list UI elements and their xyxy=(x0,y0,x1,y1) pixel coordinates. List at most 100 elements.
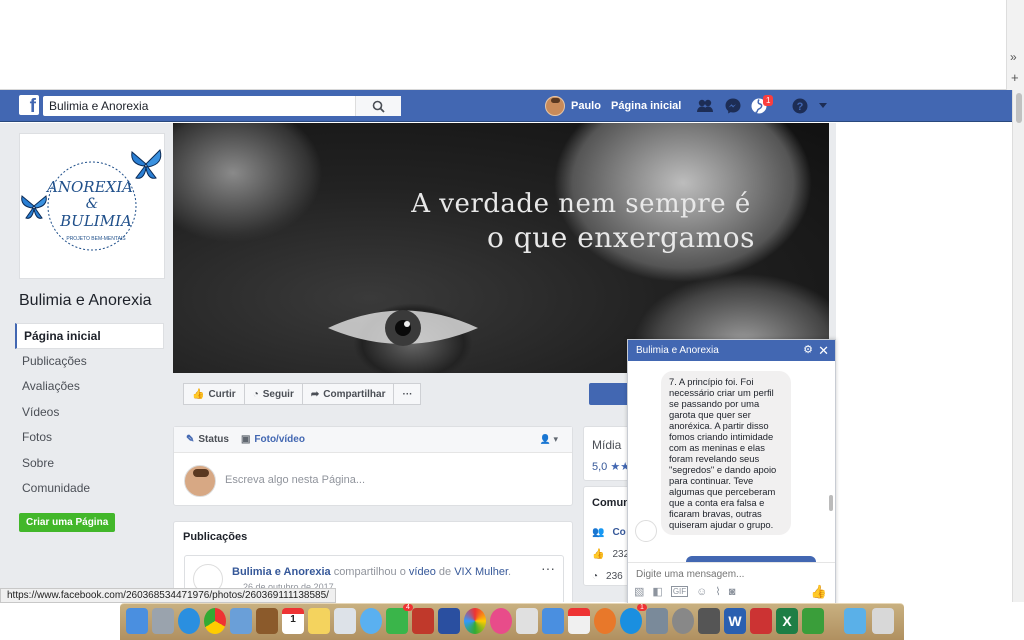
link-status-bar: https://www.facebook.com/260368534471976… xyxy=(0,588,336,603)
safari-icon[interactable] xyxy=(178,608,200,634)
friend-requests-icon[interactable] xyxy=(696,97,714,115)
post-object-link[interactable]: vídeo xyxy=(409,566,436,578)
books-icon[interactable] xyxy=(594,608,616,634)
notebook-icon[interactable] xyxy=(256,608,278,634)
share-arrow-icon: ➦ xyxy=(310,388,320,400)
search-box[interactable] xyxy=(43,96,401,116)
downloads-folder-icon[interactable] xyxy=(844,608,866,634)
community-link[interactable]: Co xyxy=(612,527,625,538)
app-store-icon[interactable] xyxy=(620,608,642,634)
launchpad-icon[interactable] xyxy=(152,608,174,634)
chat-message-bubble: 7. A princípio foi. Foi necessário criar… xyxy=(661,371,791,535)
post-author-link[interactable]: Bulimia e Anorexia xyxy=(232,566,331,578)
image-icon[interactable]: ▧ xyxy=(634,585,644,598)
left-nav-item-community[interactable]: Comunidade xyxy=(15,476,164,502)
community-label: Comun xyxy=(592,497,630,509)
new-tab-plus-icon[interactable]: + xyxy=(1011,70,1019,85)
tab-photo-label: Foto/vídeo xyxy=(254,434,305,445)
messenger-icon[interactable] xyxy=(724,97,742,115)
printer-icon[interactable] xyxy=(646,608,668,634)
user-avatar xyxy=(545,96,565,116)
help-icon[interactable]: ? xyxy=(791,97,809,115)
notes-icon[interactable] xyxy=(308,608,330,634)
search-button[interactable] xyxy=(355,96,401,116)
post-options-button[interactable]: ··· xyxy=(541,560,555,576)
chat-header[interactable]: Bulimia e Anorexia ⚙ ✕ xyxy=(628,340,835,361)
numbers-icon[interactable] xyxy=(516,608,538,634)
tab-status-label: Status xyxy=(198,434,229,445)
tab-status[interactable]: ✎ Status xyxy=(186,434,229,445)
utorrent-icon[interactable] xyxy=(802,608,824,634)
trash-icon[interactable] xyxy=(872,608,894,634)
system-preferences-icon[interactable] xyxy=(672,608,694,634)
acrobat-icon[interactable] xyxy=(750,608,772,634)
messages-icon[interactable] xyxy=(360,608,382,634)
svg-text:BULIMIA: BULIMIA xyxy=(59,212,132,230)
like-page-button[interactable]: 👍 Curtir xyxy=(183,383,245,405)
page-profile-picture[interactable]: ANOREXIA & BULIMIA PROJETO BEM-MENTAIS xyxy=(19,133,165,279)
gif-icon[interactable]: GIF xyxy=(670,586,689,597)
word-icon[interactable]: W xyxy=(724,608,746,634)
search-input[interactable] xyxy=(43,96,363,116)
finder-icon[interactable] xyxy=(126,608,148,634)
account-menu-chevron-icon[interactable] xyxy=(818,102,828,110)
left-nav-item-posts[interactable]: Publicações xyxy=(15,349,164,375)
left-nav-item-videos[interactable]: Vídeos xyxy=(15,400,164,426)
follow-label: Seguir xyxy=(262,388,294,400)
send-like-icon[interactable]: 👍 xyxy=(811,584,827,600)
left-nav-item-home[interactable]: Página inicial xyxy=(15,323,164,349)
photos-icon[interactable] xyxy=(464,608,486,634)
left-nav-item-about[interactable]: Sobre xyxy=(15,451,164,477)
post-prep-text: de xyxy=(438,566,452,578)
page-title[interactable]: Bulimia e Anorexia xyxy=(19,292,152,310)
popcorn-icon[interactable] xyxy=(568,608,590,634)
rss-icon: ◔ xyxy=(252,388,259,400)
facetime-icon[interactable] xyxy=(386,608,408,634)
camera-icon[interactable]: ◙ xyxy=(729,586,736,598)
photo-booth-icon[interactable] xyxy=(412,608,434,634)
attachment-icon[interactable]: ⌇ xyxy=(715,585,720,598)
terminal-icon[interactable] xyxy=(698,608,720,634)
emoji-icon[interactable]: ☺ xyxy=(696,586,707,598)
calendar-icon[interactable]: 1 xyxy=(282,608,304,634)
mail-icon[interactable] xyxy=(438,608,460,634)
reminders-icon[interactable] xyxy=(334,608,356,634)
home-link[interactable]: Página inicial xyxy=(611,100,681,112)
profile-link[interactable]: Paulo xyxy=(545,96,601,116)
excel-icon[interactable]: X xyxy=(776,608,798,634)
rating-value[interactable]: 5,0 ★★ xyxy=(592,460,630,473)
chrome-icon[interactable] xyxy=(204,608,226,634)
composer-tabs: ✎ Status ▣ Foto/vídeo xyxy=(174,427,572,453)
chat-message-input[interactable] xyxy=(628,563,818,585)
itunes-icon[interactable] xyxy=(490,608,512,634)
cover-photo[interactable]: A verdade nem sempre é o que enxergamos xyxy=(173,123,829,373)
sticker-icon[interactable]: ◧ xyxy=(652,585,662,598)
overflow-chevron-icon[interactable]: » xyxy=(1010,50,1017,64)
preview-icon[interactable] xyxy=(230,608,252,634)
cover-text-line1: A verdade nem sempre é xyxy=(411,189,751,219)
butterfly-icon xyxy=(131,149,162,179)
post-source-link[interactable]: VIX Mulher xyxy=(454,566,508,578)
share-page-button[interactable]: ➦ Compartilhar xyxy=(301,383,395,405)
gear-icon[interactable]: ⚙ xyxy=(803,340,813,361)
chat-scrollbar-thumb[interactable] xyxy=(829,495,833,511)
share-label: Compartilhar xyxy=(323,388,386,400)
page-scrollbar[interactable] xyxy=(1012,90,1024,602)
page-scrollbar-thumb[interactable] xyxy=(1016,93,1022,123)
close-icon[interactable]: ✕ xyxy=(818,340,829,361)
post-action-text: compartilhou o xyxy=(333,566,406,578)
media-label: Mídia xyxy=(592,438,622,452)
facebook-logo-icon[interactable]: f xyxy=(19,95,39,115)
composer-identity-dropdown[interactable]: 👤 ▾ xyxy=(540,434,558,445)
left-nav-item-photos[interactable]: Fotos xyxy=(15,425,164,451)
more-actions-button[interactable]: ··· xyxy=(393,383,422,405)
butterfly-icon xyxy=(21,195,47,219)
composer-input[interactable]: Escreva algo nesta Página... xyxy=(225,474,365,486)
follows-row: ◔ 236 xyxy=(592,571,623,582)
left-nav-item-reviews[interactable]: Avaliações xyxy=(15,374,164,400)
keynote-icon[interactable] xyxy=(542,608,564,634)
community-row[interactable]: 👥 Co xyxy=(592,527,626,538)
tab-photo-video[interactable]: ▣ Foto/vídeo xyxy=(241,434,305,445)
create-page-button[interactable]: Criar uma Página xyxy=(19,513,116,532)
follow-page-button[interactable]: ◔ Seguir xyxy=(243,383,303,405)
